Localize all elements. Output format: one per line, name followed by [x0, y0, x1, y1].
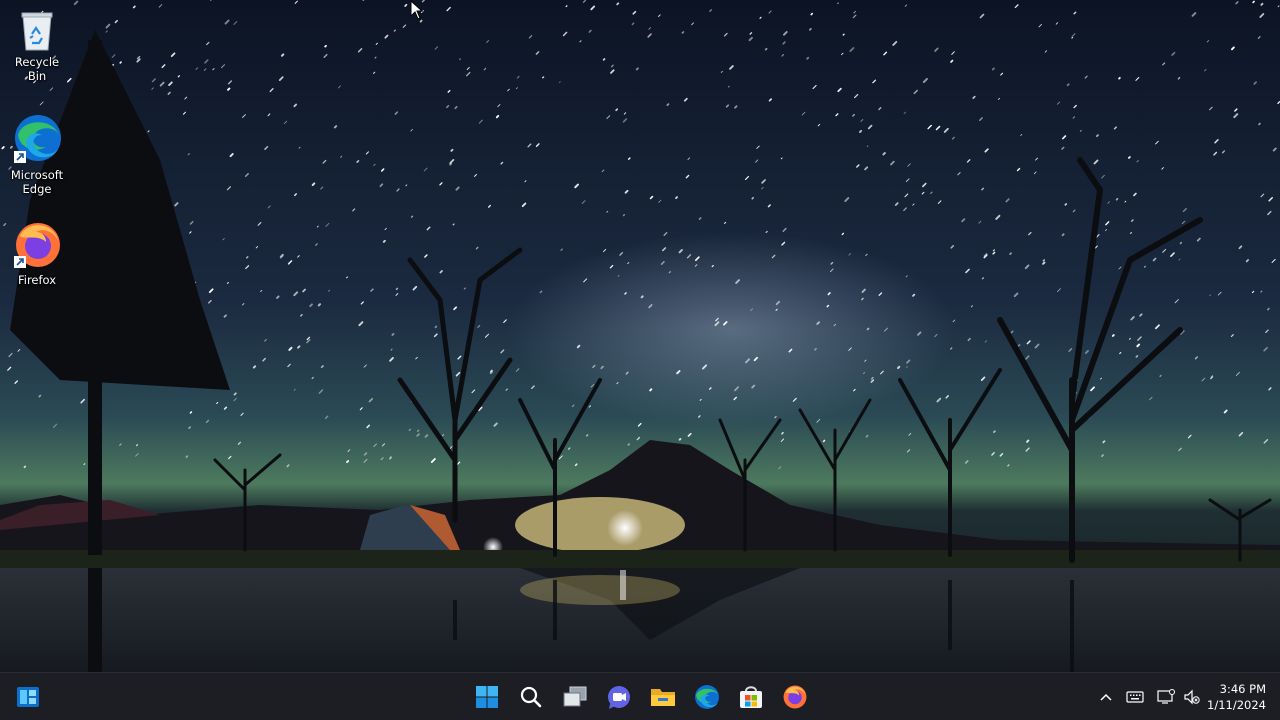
firefox-taskbar-button[interactable]: [777, 679, 813, 715]
search-button[interactable]: [513, 679, 549, 715]
firefox-icon: [14, 223, 60, 268]
chat-button[interactable]: [601, 679, 637, 715]
recycle-bin-icon: [21, 12, 53, 51]
desktop-icon-label: Firefox: [17, 273, 57, 287]
mouse-cursor-icon: [410, 0, 424, 20]
desktop-icon-label: Recycle Bin: [14, 55, 60, 83]
microsoft-store-button[interactable]: [733, 679, 769, 715]
search-icon: [520, 686, 542, 708]
show-hidden-icons-button[interactable]: [1096, 687, 1116, 707]
network-button[interactable]: [1156, 687, 1176, 707]
desktop-icon-firefox[interactable]: Firefox: [4, 220, 70, 287]
edge-icon: [14, 115, 61, 163]
desktop-icon-microsoft-edge[interactable]: Microsoft Edge: [4, 113, 70, 196]
desktop-icon-label: Microsoft Edge: [10, 168, 64, 196]
volume-button[interactable]: [1182, 687, 1202, 707]
microsoft-store-icon: [740, 686, 762, 708]
file-explorer-button[interactable]: [645, 679, 681, 715]
clock-date: 1/11/2024: [1207, 698, 1266, 712]
start-button[interactable]: [469, 679, 505, 715]
windows-start-icon: [476, 686, 498, 708]
chevron-up-icon: [1100, 693, 1112, 701]
widgets-button[interactable]: [10, 679, 46, 715]
teams-chat-icon: [608, 686, 630, 709]
clock-time: 3:46 PM: [1219, 682, 1266, 696]
edge-taskbar-button[interactable]: [689, 679, 725, 715]
keyboard-icon: [1126, 691, 1144, 703]
taskbar-clock[interactable]: 3:46 PM 1/11/2024: [1207, 681, 1266, 713]
task-view-button[interactable]: [557, 679, 593, 715]
volume-muted-icon: [1184, 689, 1200, 705]
edge-icon: [695, 685, 719, 709]
task-view-icon: [563, 686, 587, 707]
firefox-icon: [783, 685, 807, 709]
file-explorer-icon: [651, 689, 675, 706]
taskbar: 3:46 PM 1/11/2024: [0, 672, 1280, 720]
network-icon: [1157, 689, 1175, 704]
keyboard-button[interactable]: [1125, 687, 1145, 707]
desktop-icon-recycle-bin[interactable]: Recycle Bin: [4, 8, 70, 83]
desktop-wallpaper: [0, 0, 1280, 672]
widgets-icon: [17, 687, 39, 707]
